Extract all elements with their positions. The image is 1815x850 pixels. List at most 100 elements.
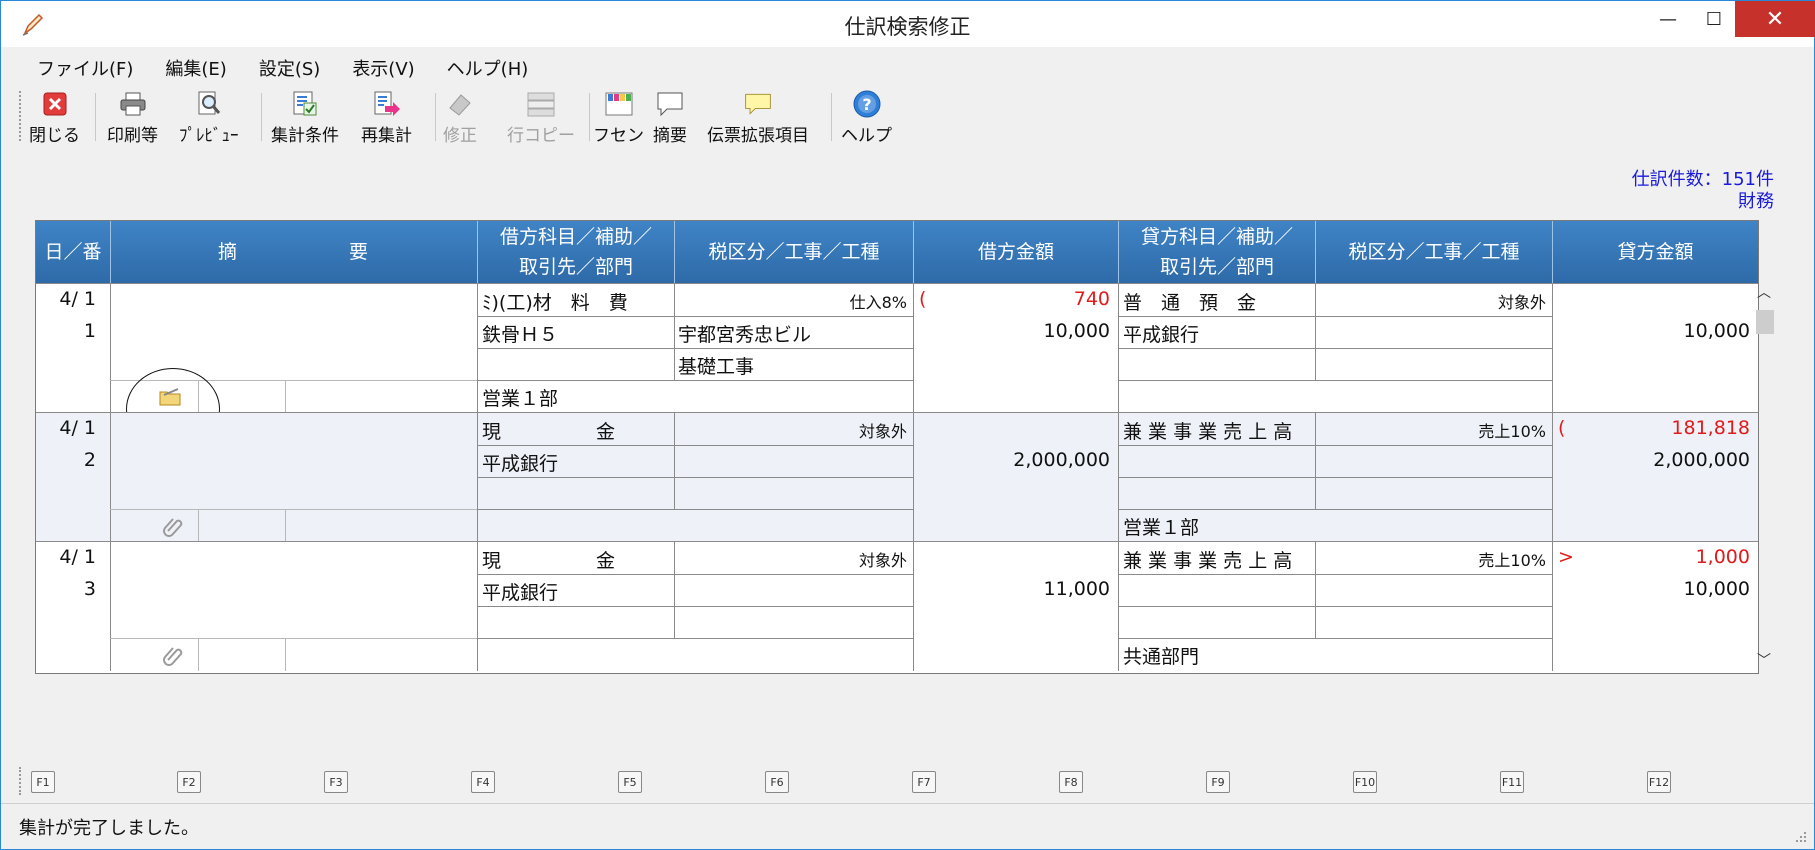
header-credit-tax[interactable]: 税区分／工事／工種 [1316,221,1553,283]
status-bar: 集計が完了しました。 [1,803,1814,850]
credit-sub-account: 平成銀行 [1123,324,1200,346]
toolbar-separator [589,93,590,141]
fkey-f10[interactable]: F10 [1353,771,1377,793]
sticky-note-colors-icon [605,92,632,116]
credit-account: 兼 業 事 業 売 上 高 [1123,421,1293,443]
fkey-f8[interactable]: F8 [1059,771,1083,793]
scroll-down-arrow-icon[interactable]: ﹀ [1753,650,1775,672]
fkey-f7[interactable]: F7 [912,771,936,793]
fusen-button[interactable]: フセン [593,89,644,147]
status-message: 集計が完了しました。 [19,818,199,839]
preview-button[interactable]: ﾌﾟﾚﾋﾞｭｰ [179,89,239,147]
menu-bar: ファイル(F) 編集(E) 設定(S) 表示(V) ヘルプ(H) [15,53,538,81]
yellow-note-icon [745,93,771,115]
toolbar-separator [261,93,262,141]
fkey-f11[interactable]: F11 [1500,771,1524,793]
journal-grid: 日／番 摘 要 借方科目／補助／ 取引先／部門 税区分／工事／工種 借方金額 貸… [35,220,1759,674]
header-credit-account[interactable]: 貸方科目／補助／ 取引先／部門 [1119,221,1316,283]
menu-settings[interactable]: 設定(S) [237,53,330,81]
toolbar-separator [831,93,832,141]
fkey-f3[interactable]: F3 [324,771,348,793]
fkey-f2[interactable]: F2 [177,771,201,793]
aggregate-conditions-button[interactable]: 集計条件 [271,89,339,147]
journal-count-info: 仕訳件数：151件 財務 [1632,169,1774,213]
summary-button[interactable]: 摘要 [653,89,687,147]
header-debit-account-2: 取引先／部門 [518,256,633,278]
credit-account: 兼 業 事 業 売 上 高 [1123,550,1293,572]
debit-department: 営業１部 [482,388,559,410]
fkey-f12[interactable]: F12 [1647,771,1671,793]
summary-label: 摘要 [653,126,687,146]
debit-tax-amount: 740 [1073,288,1110,310]
fkey-f5[interactable]: F5 [618,771,642,793]
journal-row[interactable]: 4/ 1 2 現 金 平成銀行 対象外 2,000,000 兼 業 事 業 売 … [36,412,1758,542]
header-summary-2: 要 [349,241,369,263]
journal-row[interactable]: 4/ 1 1 ﾐ)(工)材 料 費 鉄骨Ｈ５ 営業１部 仕入8% 宇都宮秀忠ビル… [36,283,1758,450]
reaggregate-button[interactable]: 再集計 [361,89,412,147]
debit-amount: 2,000,000 [1013,449,1110,471]
row-copy-label: 行コピー [507,126,575,146]
fkey-f1[interactable]: F1 [31,771,55,793]
slip-extension-button[interactable]: 伝票拡張項目 [707,89,809,147]
menu-edit[interactable]: 編集(E) [143,53,236,81]
header-summary[interactable]: 摘 要 [111,221,478,283]
debit-sub-account: 平成銀行 [482,582,559,604]
close-button[interactable]: 閉じる [29,89,80,147]
menu-view[interactable]: 表示(V) [330,53,424,81]
edit-button[interactable]: 修正 [443,89,477,147]
header-debit-account-1: 借方科目／補助／ [499,226,652,248]
header-debit-tax[interactable]: 税区分／工事／工種 [675,221,914,283]
resize-grip-icon[interactable] [1792,828,1808,844]
maximize-button[interactable]: ☐ [1691,1,1737,37]
debit-tax-category: 対象外 [858,422,907,441]
fkey-f6[interactable]: F6 [765,771,789,793]
scroll-up-arrow-icon[interactable]: ︿ [1753,282,1775,304]
conditions-checklist-icon [293,91,317,116]
debit-sub-account: 鉄骨Ｈ５ [482,324,559,346]
eraser-icon [449,94,471,116]
header-credit-amount[interactable]: 貸方金額 [1553,221,1758,283]
menu-help[interactable]: ヘルプ(H) [425,53,539,81]
row-copy-icon [527,92,555,117]
menu-file[interactable]: ファイル(F) [15,53,143,81]
paperclip-icon[interactable] [162,644,184,671]
fusen-label: フセン [593,126,644,146]
toolbar-separator [435,93,436,141]
minimize-button[interactable]: — [1645,1,1691,37]
journal-row[interactable]: 4/ 1 3 現 金 平成銀行 対象外 11,000 兼 業 事 業 売 上 高… [36,541,1758,671]
row-date: 4/ 1 [59,546,96,568]
credit-tax-amount: 181,818 [1671,417,1750,439]
paperclip-icon[interactable] [162,515,184,542]
header-debit-account[interactable]: 借方科目／補助／ 取引先／部門 [478,221,675,283]
row-date: 4/ 1 [59,288,96,310]
header-date-no[interactable]: 日／番 [36,221,111,283]
print-button[interactable]: 印刷等 [107,89,158,147]
title-bar: 仕訳検索修正 — ☐ ✕ [1,1,1815,47]
help-question-icon: ? [853,90,880,118]
speech-bubble-icon [657,92,683,117]
journal-count: 仕訳件数：151件 [1631,169,1774,190]
row-copy-button[interactable]: 行コピー [507,89,575,147]
debit-tax-category: 仕入8% [849,293,907,312]
debit-amount: 10,000 [1043,320,1110,342]
header-credit-account-2: 取引先／部門 [1159,256,1274,278]
header-summary-1: 摘 [218,241,238,263]
fkey-f9[interactable]: F9 [1206,771,1230,793]
fkey-f4[interactable]: F4 [471,771,495,793]
credit-tax-amount: 1,000 [1695,546,1750,568]
header-debit-amount[interactable]: 借方金額 [914,221,1119,283]
help-button[interactable]: ? ヘルプ [841,89,892,147]
function-key-bar: F1 F2 F3 F4 F5 F6 F7 F8 F9 F10 F11 F12 [15,765,1805,799]
credit-tax-category: 売上10% [1478,422,1546,441]
slip-extension-label: 伝票拡張項目 [707,126,809,146]
header-credit-account-1: 貸方科目／補助／ [1140,226,1293,248]
preview-label: ﾌﾟﾚﾋﾞｭｰ [179,126,239,146]
print-label: 印刷等 [107,126,158,146]
window-title: 仕訳検索修正 [844,15,971,39]
close-window-button[interactable]: ✕ [1735,1,1815,37]
debit-work-type: 基礎工事 [678,356,755,378]
reaggregate-label: 再集計 [361,126,412,146]
toolbar: 閉じる 印刷等 ﾌﾟﾚﾋﾞｭｰ 集計条件 再集計 修正 行コピー フセン 摘要 … [15,87,1805,149]
vertical-scrollbar[interactable]: ︿ ﹀ [1753,282,1775,672]
scroll-thumb[interactable] [1756,310,1774,334]
